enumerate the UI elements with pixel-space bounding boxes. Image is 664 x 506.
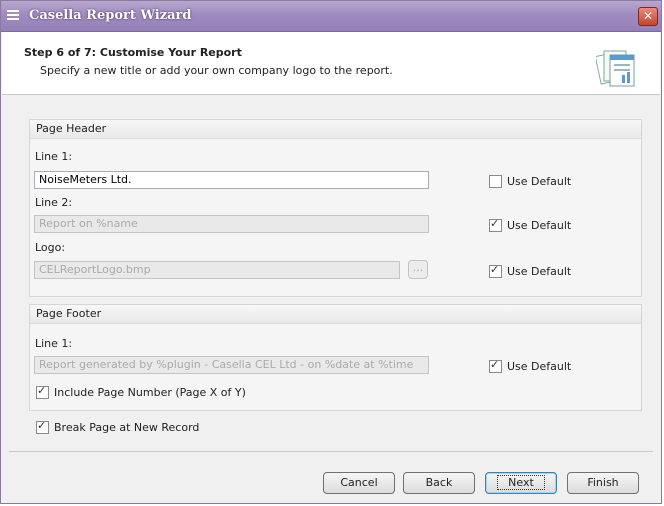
title-bar: Casella Report Wizard ✕: [1, 1, 661, 32]
break-page-label: Break Page at New Record: [54, 421, 200, 434]
header-line1-use-default[interactable]: Use Default: [489, 174, 572, 189]
check-icon: ✓: [490, 262, 500, 276]
use-default-label: Use Default: [507, 265, 572, 278]
finish-button[interactable]: Finish: [567, 472, 639, 494]
step-title: Step 6 of 7: Customise Your Report: [24, 46, 242, 59]
footer-line1-use-default[interactable]: ✓ Use Default: [489, 357, 572, 374]
checkbox[interactable]: [489, 174, 502, 188]
page-header-title: Page Header: [30, 120, 641, 139]
use-default-label: Use Default: [507, 360, 572, 373]
footer-divider: [9, 451, 653, 452]
report-document-icon: [596, 50, 635, 87]
logo-browse-button[interactable]: ...: [408, 260, 428, 279]
wizard-header: Step 6 of 7: Customise Your Report Speci…: [2, 32, 660, 95]
check-icon: ✓: [37, 418, 47, 432]
checkbox-checked[interactable]: ✓: [489, 357, 502, 373]
check-icon: ✓: [490, 357, 500, 371]
window-title: Casella Report Wizard: [29, 8, 192, 23]
checkbox-checked[interactable]: ✓: [489, 262, 502, 278]
back-button[interactable]: Back: [403, 472, 475, 494]
checkbox-checked[interactable]: ✓: [36, 383, 49, 399]
use-default-label: Use Default: [507, 219, 572, 232]
check-icon: ✓: [490, 216, 500, 230]
logo-label: Logo:: [35, 241, 66, 254]
check-icon: ✓: [37, 383, 47, 397]
header-line2-use-default[interactable]: ✓ Use Default: [489, 216, 572, 233]
use-default-label: Use Default: [507, 175, 572, 188]
page-footer-title: Page Footer: [30, 305, 641, 324]
footer-line1-label: Line 1:: [35, 337, 73, 350]
cancel-button[interactable]: Cancel: [323, 472, 395, 494]
break-page-checkbox[interactable]: ✓ Break Page at New Record: [36, 418, 200, 435]
next-button[interactable]: Next: [485, 472, 557, 494]
header-line2-input[interactable]: Report on %name: [34, 215, 429, 233]
header-line1-input[interactable]: NoiseMeters Ltd.: [34, 171, 429, 189]
include-page-number-checkbox[interactable]: ✓ Include Page Number (Page X of Y): [36, 383, 246, 400]
header-line1-label: Line 1:: [35, 150, 73, 163]
wizard-window: Casella Report Wizard ✕ Step 6 of 7: Cus…: [0, 0, 662, 504]
header-line2-label: Line 2:: [35, 196, 73, 209]
step-subtitle: Specify a new title or add your own comp…: [40, 64, 393, 77]
include-page-number-label: Include Page Number (Page X of Y): [54, 386, 246, 399]
checkbox-checked[interactable]: ✓: [36, 418, 49, 434]
logo-input[interactable]: CELReportLogo.bmp: [34, 261, 400, 279]
menu-icon[interactable]: [7, 10, 19, 21]
checkbox-checked[interactable]: ✓: [489, 216, 502, 232]
next-button-label: Next: [497, 475, 545, 490]
logo-use-default[interactable]: ✓ Use Default: [489, 262, 572, 279]
footer-line1-input[interactable]: Report generated by %plugin - Casella CE…: [34, 356, 429, 374]
close-button[interactable]: ✕: [638, 7, 658, 26]
